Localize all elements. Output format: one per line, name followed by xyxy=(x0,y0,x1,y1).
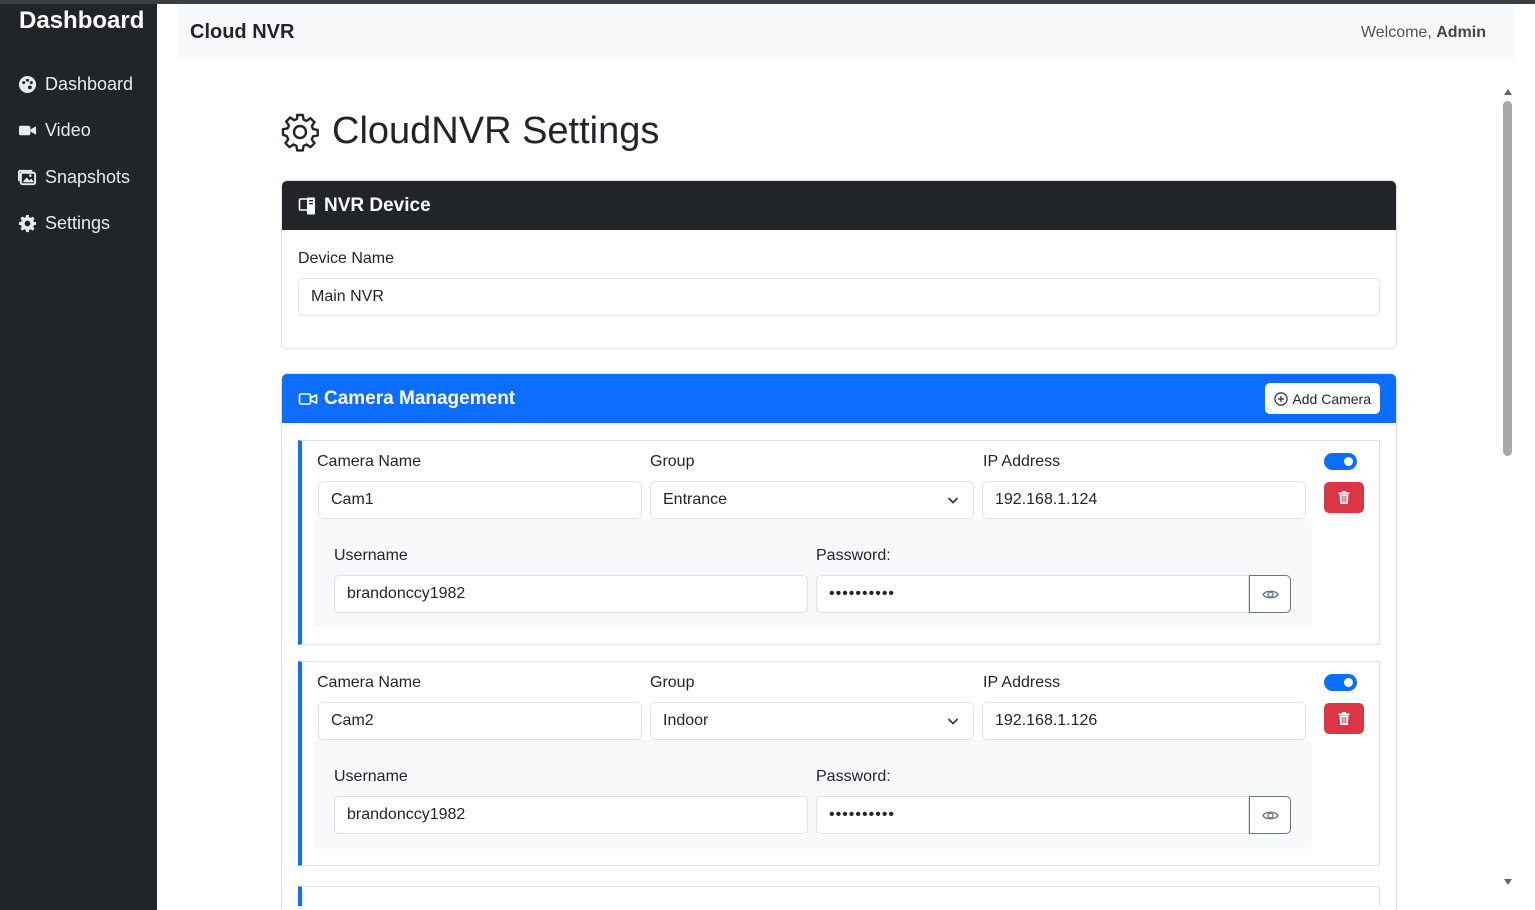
toggle-password-visibility-button[interactable] xyxy=(1249,575,1291,613)
sidebar-item-label: Dashboard xyxy=(45,74,134,94)
username-input[interactable]: brandonccy1982 xyxy=(334,575,808,613)
group-label: Group xyxy=(650,674,695,691)
nvr-device-title: NVR Device xyxy=(324,194,431,216)
toggle-password-visibility-button[interactable] xyxy=(1249,796,1291,834)
group-select-value: Entrance xyxy=(663,491,728,508)
password-input[interactable]: •••••••••• xyxy=(816,575,1249,613)
sidebar-item-settings[interactable]: Settings xyxy=(18,213,110,234)
camera-video-icon xyxy=(298,392,318,405)
username-input[interactable]: brandonccy1982 xyxy=(334,796,808,834)
credentials-panel: Username brandonccy1982 Password: ••••••… xyxy=(314,740,1312,849)
ip-address-label: IP Address xyxy=(983,674,1061,691)
username-label: Username xyxy=(334,768,408,785)
password-input[interactable]: •••••••••• xyxy=(816,796,1249,834)
camera-enabled-toggle[interactable] xyxy=(1324,674,1357,691)
page-title-text: CloudNVR Settings xyxy=(332,110,660,152)
ip-address-label: IP Address xyxy=(983,453,1061,470)
app-title[interactable]: Cloud NVR xyxy=(190,21,294,44)
ip-address-input[interactable]: 192.168.1.124 xyxy=(982,481,1306,519)
sidebar-brand[interactable]: Dashboard xyxy=(19,7,144,35)
plus-circle-icon xyxy=(1274,391,1289,406)
images-icon xyxy=(18,169,37,186)
password-group: •••••••••• xyxy=(816,796,1291,834)
ip-address-input[interactable]: 192.168.1.126 xyxy=(982,702,1306,740)
sidebar-item-video[interactable]: Video xyxy=(18,120,91,141)
nvr-device-card: NVR Device Device Name Main NVR xyxy=(281,180,1397,349)
group-select-value: Indoor xyxy=(663,712,709,729)
camera-management-header: Camera Management Add Camera xyxy=(282,374,1396,423)
scroll-thumb[interactable] xyxy=(1503,101,1512,456)
device-name-input[interactable]: Main NVR xyxy=(298,278,1380,316)
device-name-label: Device Name xyxy=(298,250,395,267)
camera-management-card: Camera Management Add Camera Camera Name… xyxy=(281,373,1397,910)
add-camera-button[interactable]: Add Camera xyxy=(1265,383,1380,414)
delete-camera-button[interactable] xyxy=(1324,703,1364,734)
page-title: CloudNVR Settings xyxy=(280,110,659,153)
toggle-knob xyxy=(1344,678,1353,687)
sidebar-item-label: Snapshots xyxy=(45,167,131,187)
sidebar-item-dashboard[interactable]: Dashboard xyxy=(18,74,133,95)
group-select[interactable]: Indoor xyxy=(650,702,974,740)
eye-icon xyxy=(1261,811,1279,819)
password-label: Password: xyxy=(816,768,891,785)
add-camera-label: Add Camera xyxy=(1292,390,1371,407)
user-name: Admin xyxy=(1436,24,1486,41)
toggle-knob xyxy=(1344,457,1353,466)
camera-name-label: Camera Name xyxy=(317,674,422,691)
scroll-up-arrow-icon[interactable] xyxy=(1504,89,1512,95)
camera-entry: Camera Name Cam1 Group Entrance IP Addre… xyxy=(298,440,1380,645)
sidebar-item-label: Video xyxy=(45,120,91,140)
device-ssd-icon xyxy=(298,197,315,214)
sidebar-item-snapshots[interactable]: Snapshots xyxy=(18,167,130,188)
camera-entry: Camera Name Cam2 Group Indoor IP Address… xyxy=(298,661,1380,866)
page-scrollbar[interactable] xyxy=(1500,84,1516,892)
gear-outline-icon xyxy=(281,113,319,152)
palette-icon xyxy=(18,75,37,94)
delete-camera-button[interactable] xyxy=(1324,482,1364,513)
chevron-down-icon xyxy=(947,497,959,504)
gear-icon xyxy=(18,214,37,233)
camera-enabled-toggle[interactable] xyxy=(1324,453,1357,470)
group-select[interactable]: Entrance xyxy=(650,481,974,519)
group-label: Group xyxy=(650,453,695,470)
nvr-device-header: NVR Device xyxy=(282,181,1396,230)
welcome-text: Welcome, Admin xyxy=(1361,24,1486,42)
top-navbar: Cloud NVR Welcome, Admin xyxy=(177,4,1514,60)
welcome-prefix: Welcome, xyxy=(1360,24,1432,41)
video-icon xyxy=(18,125,37,136)
scroll-down-arrow-icon[interactable] xyxy=(1504,879,1512,885)
trash-icon xyxy=(1338,491,1350,504)
username-label: Username xyxy=(334,547,408,564)
credentials-panel: Username brandonccy1982 Password: ••••••… xyxy=(314,519,1312,628)
camera-entry-partial xyxy=(298,886,1380,906)
chevron-down-icon xyxy=(947,718,959,725)
camera-name-input[interactable]: Cam1 xyxy=(318,481,642,519)
camera-name-input[interactable]: Cam2 xyxy=(318,702,642,740)
sidebar: Dashboard Dashboard Video Snapshots Sett… xyxy=(0,4,157,910)
sidebar-item-label: Settings xyxy=(45,213,111,233)
password-group: •••••••••• xyxy=(816,575,1291,613)
camera-name-label: Camera Name xyxy=(317,453,422,470)
eye-icon xyxy=(1261,590,1279,598)
trash-icon xyxy=(1338,712,1350,725)
password-label: Password: xyxy=(816,547,891,564)
camera-management-title: Camera Management xyxy=(324,387,516,409)
